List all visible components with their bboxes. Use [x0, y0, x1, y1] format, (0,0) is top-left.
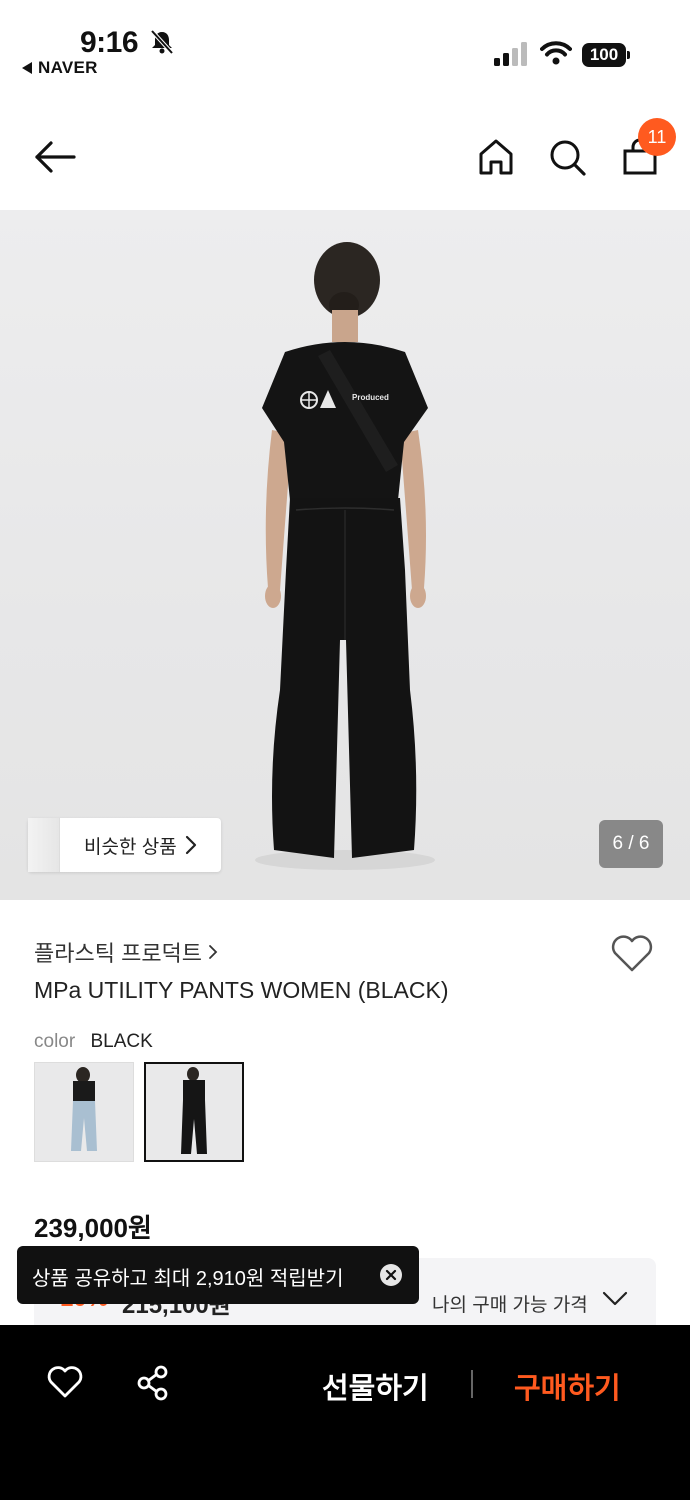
model-photo: Produced: [255, 242, 435, 870]
close-icon[interactable]: [380, 1264, 402, 1286]
bell-muted-icon: [150, 29, 174, 55]
share-reward-toast[interactable]: 상품 공유하고 최대 2,910원 적립받기: [17, 1246, 419, 1304]
back-to-app-link[interactable]: NAVER: [22, 58, 98, 78]
gift-button[interactable]: 선물하기: [322, 1365, 429, 1407]
cart-count-badge[interactable]: 11: [638, 118, 676, 156]
chevron-right-icon: [185, 835, 197, 855]
color-label: color: [34, 1031, 76, 1052]
product-price: 239,000원: [34, 1213, 152, 1243]
similar-products-label: 비슷한 상품: [84, 837, 177, 858]
bottom-bar-divider: [471, 1370, 473, 1398]
product-image[interactable]: Produced: [0, 210, 690, 900]
my-price-label: 나의 구매 가능 가격: [432, 1295, 588, 1316]
color-value: BLACK: [90, 1031, 153, 1052]
signal-icon: [494, 42, 527, 66]
home-icon[interactable]: [478, 138, 514, 176]
chevron-down-icon[interactable]: [602, 1290, 628, 1308]
back-triangle-icon: [22, 62, 32, 74]
color-swatch-black[interactable]: [144, 1062, 244, 1162]
shirt-print-text: Produced: [352, 393, 389, 402]
image-page-counter: 6 / 6: [599, 820, 663, 868]
battery-level: 100: [582, 43, 626, 67]
similar-product-thumbnail: [28, 818, 60, 872]
back-app-label: NAVER: [38, 58, 98, 77]
color-row: color BLACK: [34, 1031, 153, 1053]
chevron-right-icon: [209, 945, 218, 959]
battery-icon: 100: [582, 43, 630, 67]
brand-name: 플라스틱 프로덕트: [34, 941, 203, 966]
wishlist-heart-icon[interactable]: [47, 1365, 83, 1399]
brand-link[interactable]: 플라스틱 프로덕트: [34, 936, 218, 968]
wifi-icon: [540, 41, 572, 65]
status-time: 9:16: [80, 26, 139, 59]
color-swatch-light[interactable]: [34, 1062, 134, 1162]
bottom-action-bar: [0, 1325, 690, 1500]
status-bar: 9:16 NAVER 100: [0, 0, 690, 90]
heart-icon[interactable]: [610, 934, 654, 974]
back-arrow-icon[interactable]: [34, 140, 76, 174]
buy-button[interactable]: 구매하기: [514, 1365, 621, 1407]
share-icon[interactable]: [136, 1365, 170, 1401]
product-name: MPa UTILITY PANTS WOMEN (BLACK): [34, 977, 449, 1003]
toast-message: 상품 공유하고 최대 2,910원 적립받기: [32, 1268, 344, 1290]
search-icon[interactable]: [549, 139, 587, 177]
